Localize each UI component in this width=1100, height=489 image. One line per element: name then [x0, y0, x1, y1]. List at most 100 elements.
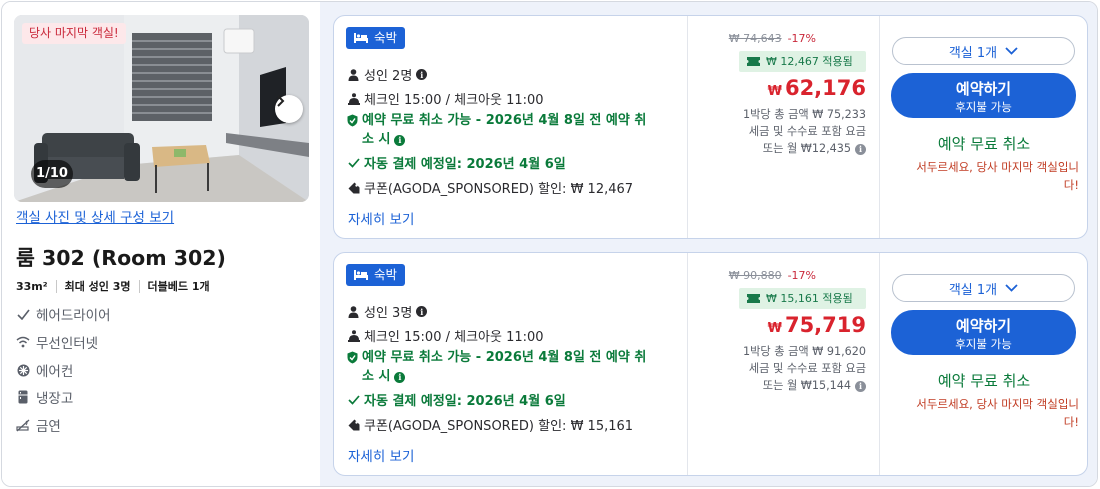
reserve-button[interactable]: 예약하기 후지불 가능	[891, 310, 1076, 355]
stay-type-label: 숙박	[374, 267, 398, 282]
check-icon	[347, 393, 360, 407]
currency-symbol: ₩	[767, 321, 782, 336]
chevron-down-icon	[1005, 47, 1018, 55]
bed-icon	[354, 33, 368, 43]
price-amount: 62,176	[784, 76, 866, 100]
room-info-panel: 당사 마지막 객실! 1/10 객실 사진 및 상세 구성 보기 룸 302 (…	[2, 2, 320, 486]
checkin-line: 체크인 15:00 / 체크아웃 11:00	[347, 89, 544, 108]
coupon-line: 쿠폰(AGODA_SPONSORED) 할인: ₩ 15,161	[347, 415, 633, 434]
free-cancel-text-cont: 소 시	[362, 132, 391, 147]
original-price: ₩ 74,643 -17%	[729, 32, 816, 45]
reception-bell-icon	[347, 92, 360, 106]
free-cancel-label: 예약 무료 취소	[937, 372, 1031, 390]
ticket-icon	[747, 294, 760, 303]
rooms-quantity-select[interactable]: 객실 1개	[892, 37, 1075, 65]
details-link[interactable]: 자세히 보기	[348, 208, 414, 228]
info-icon[interactable]: i	[394, 135, 406, 146]
column-divider	[687, 16, 688, 238]
amenity-item: 무선인터넷	[16, 332, 98, 352]
amenity-item: 헤어드라이어	[16, 304, 111, 324]
snowflake-icon	[16, 363, 30, 377]
rooms-select-value: 객실 1개	[948, 282, 998, 298]
auto-payment-line: 자동 결제 예정일: 2026년 4월 6일	[347, 153, 566, 172]
free-cancel-text-cont: 소 시	[362, 369, 391, 384]
reception-bell-icon	[347, 329, 360, 343]
person-icon	[347, 305, 360, 319]
monthly-payment-text: 또는 월 ₩12,435	[762, 142, 851, 155]
pay-later-label: 후지불 가능	[955, 337, 1012, 351]
amenity-item: 에어컨	[16, 360, 73, 380]
price-amount: 75,719	[784, 313, 866, 337]
guests-text: 성인 3명	[364, 306, 413, 321]
check-icon	[16, 307, 30, 321]
column-divider	[687, 253, 688, 475]
meta-divider	[138, 279, 140, 293]
offers-panel: 숙박 성인 2명 i 체크인 15:00 / 체크아웃 11:00 예약 무료 …	[320, 2, 1097, 486]
discount-percent: -17%	[787, 32, 816, 45]
warning-text-cont: 다!	[1063, 178, 1079, 192]
discount-percent: -17%	[787, 269, 816, 282]
coupon-text: 쿠폰(AGODA_SPONSORED) 할인: ₩ 12,467	[364, 182, 634, 197]
free-cancellation-policy: 예약 무료 취소 가능 - 2026년 4월 8일 전 예약 취소 시i	[347, 348, 677, 386]
info-icon[interactable]: i	[416, 306, 428, 317]
tag-icon	[347, 181, 360, 195]
stay-type-badge: 숙박	[346, 27, 406, 49]
check-icon	[347, 156, 360, 170]
amenity-label: 금연	[36, 419, 61, 435]
warning-text: 서두르세요, 당사 마지막 객실입니	[916, 397, 1079, 411]
amenity-label: 무선인터넷	[36, 336, 99, 352]
meta-divider	[55, 279, 57, 293]
guests-line: 성인 3명 i	[347, 302, 428, 321]
currency-symbol: ₩	[767, 84, 782, 99]
info-icon[interactable]: i	[416, 69, 428, 80]
free-cancel-text: 예약 무료 취소 가능 - 2026년 4월 8일 전 예약 취	[362, 350, 647, 365]
room-max-occupancy: 최대 성인 3명	[64, 280, 131, 293]
info-icon[interactable]: i	[855, 144, 866, 155]
free-cancellation-policy: 예약 무료 취소 가능 - 2026년 4월 8일 전 예약 취소 시i	[347, 111, 677, 149]
details-link[interactable]: 자세히 보기	[348, 445, 414, 465]
rooms-quantity-select[interactable]: 객실 1개	[892, 274, 1075, 302]
amenity-label: 냉장고	[36, 391, 74, 407]
ticket-icon	[747, 57, 760, 66]
wifi-icon	[16, 335, 30, 349]
final-price: ₩62,176	[768, 76, 866, 100]
room-photo[interactable]: 당사 마지막 객실! 1/10	[14, 15, 309, 202]
coupon-line: 쿠폰(AGODA_SPONSORED) 할인: ₩ 12,467	[347, 178, 633, 197]
coupon-applied-badge: ₩ 12,467 적용됨	[739, 51, 866, 72]
column-divider	[879, 253, 880, 475]
stay-type-badge: 숙박	[346, 264, 406, 286]
reserve-button[interactable]: 예약하기 후지불 가능	[891, 73, 1076, 118]
room-offer-card: 당사 마지막 객실! 1/10 객실 사진 및 상세 구성 보기 룸 302 (…	[1, 1, 1098, 487]
per-night-total: 1박당 총 금액 ₩ 75,233	[742, 108, 866, 121]
guests-text: 성인 2명	[364, 69, 413, 84]
info-icon[interactable]: i	[394, 372, 406, 383]
no-smoking-icon	[16, 418, 30, 432]
view-room-photos-link[interactable]: 객실 사진 및 상세 구성 보기	[16, 206, 174, 226]
stay-type-label: 숙박	[374, 30, 398, 45]
guests-line: 성인 2명 i	[347, 65, 428, 84]
room-title: 룸 302 (Room 302)	[16, 246, 226, 270]
next-photo-button[interactable]	[275, 95, 303, 123]
last-room-warning: 서두르세요, 당사 마지막 객실입니 다!	[894, 395, 1079, 431]
rooms-select-value: 객실 1개	[948, 45, 998, 61]
checkin-text: 체크인 15:00 / 체크아웃 11:00	[364, 330, 544, 345]
shield-check-icon	[347, 114, 358, 133]
applied-amount: ₩ 12,467 적용됨	[766, 55, 853, 68]
photo-counter: 1/10	[31, 160, 73, 188]
info-icon[interactable]: i	[855, 381, 866, 392]
coupon-text: 쿠폰(AGODA_SPONSORED) 할인: ₩ 15,161	[364, 419, 634, 434]
auto-payment-text: 자동 결제 예정일: 2026년 4월 6일	[364, 394, 566, 409]
checkin-text: 체크인 15:00 / 체크아웃 11:00	[364, 93, 544, 108]
reserve-label: 예약하기	[955, 80, 1012, 98]
applied-amount: ₩ 15,161 적용됨	[766, 292, 853, 305]
free-cancel-text: 예약 무료 취소 가능 - 2026년 4월 8일 전 예약 취	[362, 113, 647, 128]
amenity-label: 에어컨	[36, 364, 74, 380]
strikethrough-price: ₩ 74,643	[728, 32, 782, 45]
pay-later-label: 후지불 가능	[955, 100, 1012, 114]
coupon-applied-badge: ₩ 15,161 적용됨	[739, 288, 866, 309]
person-icon	[347, 68, 360, 82]
auto-payment-line: 자동 결제 예정일: 2026년 4월 6일	[347, 390, 566, 409]
auto-payment-text: 자동 결제 예정일: 2026년 4월 6일	[364, 157, 566, 172]
room-meta: 33m² 최대 성인 3명 더블베드 1개	[16, 278, 210, 294]
monthly-payment: 또는 월 ₩15,144 i	[763, 377, 866, 394]
